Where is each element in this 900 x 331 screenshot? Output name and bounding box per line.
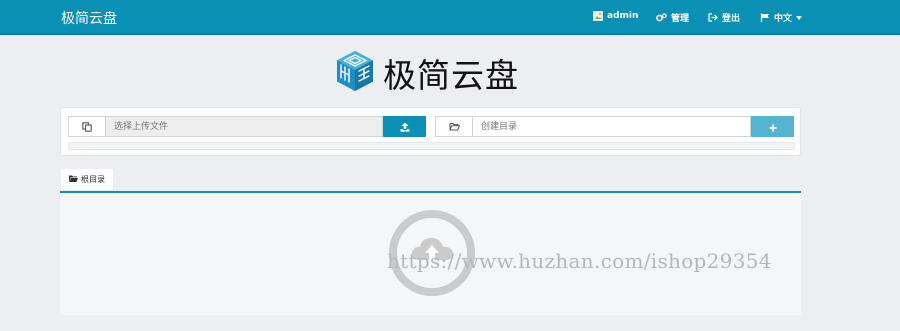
create-dir-button[interactable] xyxy=(751,116,794,137)
manage-link[interactable]: 管理 xyxy=(656,11,689,24)
upload-icon xyxy=(400,117,410,136)
avatar-icon xyxy=(593,11,603,21)
folder-open-icon xyxy=(435,116,473,137)
watermark-text: https://www.huzhan.com/ishop29354 xyxy=(387,249,772,273)
upload-progress-bar xyxy=(68,142,795,150)
logo: 极简云盘 xyxy=(335,49,519,97)
folder-icon xyxy=(69,175,78,184)
tab-root-directory[interactable]: 根目录 xyxy=(61,169,113,190)
copy-icon xyxy=(68,116,106,137)
upload-panel xyxy=(60,107,801,156)
upload-file-group xyxy=(68,116,426,137)
brand-link[interactable]: 极简云盘 xyxy=(61,8,117,28)
language-dropdown[interactable]: 中文 xyxy=(760,11,803,24)
cube-logo-icon xyxy=(335,50,375,96)
upload-button[interactable] xyxy=(383,116,426,137)
logout-label: 登出 xyxy=(722,14,741,24)
plus-icon xyxy=(769,117,777,136)
logo-title: 极简云盘 xyxy=(383,56,519,95)
sign-out-icon xyxy=(708,13,718,22)
upload-file-input[interactable] xyxy=(106,116,383,137)
language-label: 中文 xyxy=(774,14,793,24)
caret-down-icon xyxy=(796,15,803,20)
gears-icon xyxy=(656,13,667,22)
create-dir-input[interactable] xyxy=(473,116,751,137)
create-dir-group xyxy=(435,116,794,137)
flag-icon xyxy=(760,13,770,22)
logout-link[interactable]: 登出 xyxy=(708,11,740,24)
manage-label: 管理 xyxy=(671,14,690,24)
username-label: admin xyxy=(607,11,639,21)
tab-root-label: 根目录 xyxy=(81,175,105,184)
user-menu[interactable]: admin xyxy=(593,11,638,21)
top-navbar: 极简云盘 admin 管理 登出 中文 xyxy=(0,0,900,35)
